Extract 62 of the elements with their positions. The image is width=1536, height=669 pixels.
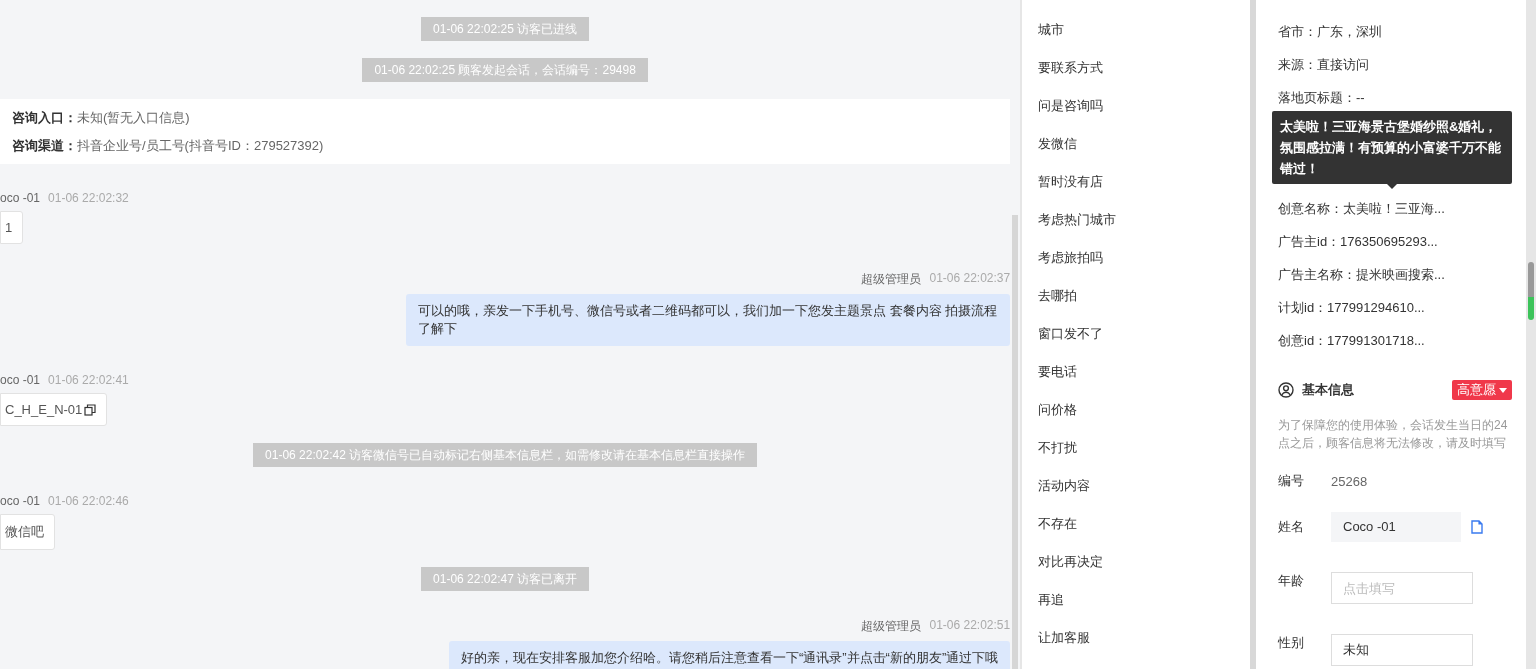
sender-name: 超级管理员 [861,271,922,288]
detail-text: 计划id：177991294610... [1278,300,1425,315]
field-label: 编号 [1278,472,1305,490]
info-value: 抖音企业号/员工号(抖音号ID：279527392) [77,138,324,153]
quick-reply-item[interactable]: 再追 [1038,589,1250,627]
document-icon[interactable] [1471,520,1483,534]
copy-icon[interactable] [84,403,97,416]
message-time: 01-06 22:02:41 [48,373,129,387]
detail-text: 创意名称：太美啦！三亚海... [1278,201,1445,216]
caret-icon [1499,387,1507,393]
message-time: 01-06 22:02:51 [929,618,1011,634]
sender-name: oco -01 [0,373,41,387]
quick-reply-item[interactable]: 让加客服 [1038,627,1250,665]
field-value: 25268 [1331,473,1368,489]
section-title: 基本信息 [1302,381,1355,399]
quick-reply-item[interactable]: 窗口发不了 [1038,323,1250,361]
scrollbar-thumb[interactable] [1528,262,1534,320]
quick-reply-item[interactable]: 暂时没有店 [1038,171,1250,209]
tooltip: 太美啦！三亚海景古堡婚纱照&婚礼，氛围感拉满！有预算的小富婆千万不能错过！ [1272,111,1512,189]
name-field[interactable]: Coco -01 [1331,512,1461,542]
input-field[interactable]: 点击填写 [1331,572,1473,604]
field-label: 年龄 [1278,572,1305,590]
quick-reply-item[interactable]: 要联系方式 [1038,57,1250,95]
quick-reply-item[interactable]: 对比再决定 [1038,551,1250,589]
field-label: 性别 [1278,634,1305,652]
quick-reply-item[interactable]: 城市 [1038,19,1250,57]
quick-reply-item[interactable]: 问是咨询吗 [1038,95,1250,133]
info-label: 咨询渠道： [12,138,77,153]
quick-reply-item[interactable]: 活动内容 [1038,475,1250,513]
agent-message: 好的亲，现在安排客服加您介绍哈。请您稍后注意查看一下“通讯录”并点击“新的朋友”通过下哦 [448,641,1011,669]
detail-text: 广告主名称：提米映画搜索... [1278,267,1445,282]
message-text: 1 [5,220,13,235]
message-time: 01-06 22:02:46 [48,494,129,508]
message-text: 微信吧 [5,523,44,541]
detail-text: 创意id：177991301718... [1278,333,1425,348]
agent-message: 可以的哦，亲发一下手机号、微信号或者二维码都可以，我们加一下您发主题景点 套餐内容 拍摄流程了解下 [406,294,1011,346]
notice-text: 为了保障您的使用体验，会话发生当日的24点之后，顾客信息将无法修改，请及时填写 [1278,417,1509,452]
detail-text: 来源：直接访问 [1278,57,1369,72]
quick-reply-item[interactable]: 不存在 [1038,513,1250,551]
field-label: 姓名 [1278,518,1305,536]
message-time: 01-06 22:02:32 [48,191,129,205]
user-icon [1278,382,1294,398]
quick-reply-item[interactable]: 去哪拍 [1038,285,1250,323]
scrollbar-thumb[interactable] [1012,215,1019,669]
sender-name: oco -01 [0,191,41,205]
input-field[interactable]: 未知 [1331,634,1473,666]
info-label: 咨询入口： [12,110,77,125]
detail-text: 落地页标题：-- [1278,90,1365,105]
quick-reply-item[interactable]: 考虑旅拍吗 [1038,247,1250,285]
quick-reply-item[interactable]: 不打扰 [1038,437,1250,475]
intent-dropdown[interactable]: 高意愿 [1452,380,1512,400]
sender-name: 超级管理员 [861,618,922,635]
detail-text: 广告主id：176350695293... [1278,234,1438,249]
sender-name: oco -01 [0,494,41,508]
quick-reply-item[interactable]: 发微信 [1038,133,1250,171]
quick-reply-item[interactable]: 问价格 [1038,399,1250,437]
detail-text: 省市：广东，深圳 [1278,24,1382,39]
quick-reply-item[interactable]: 要电话 [1038,361,1250,399]
message-text: C_H_E_N-01 [5,402,83,417]
info-value: 未知(暂无入口信息) [77,110,190,125]
quick-reply-item[interactable]: 考虑热门城市 [1038,209,1250,247]
message-time: 01-06 22:02:37 [929,271,1011,287]
